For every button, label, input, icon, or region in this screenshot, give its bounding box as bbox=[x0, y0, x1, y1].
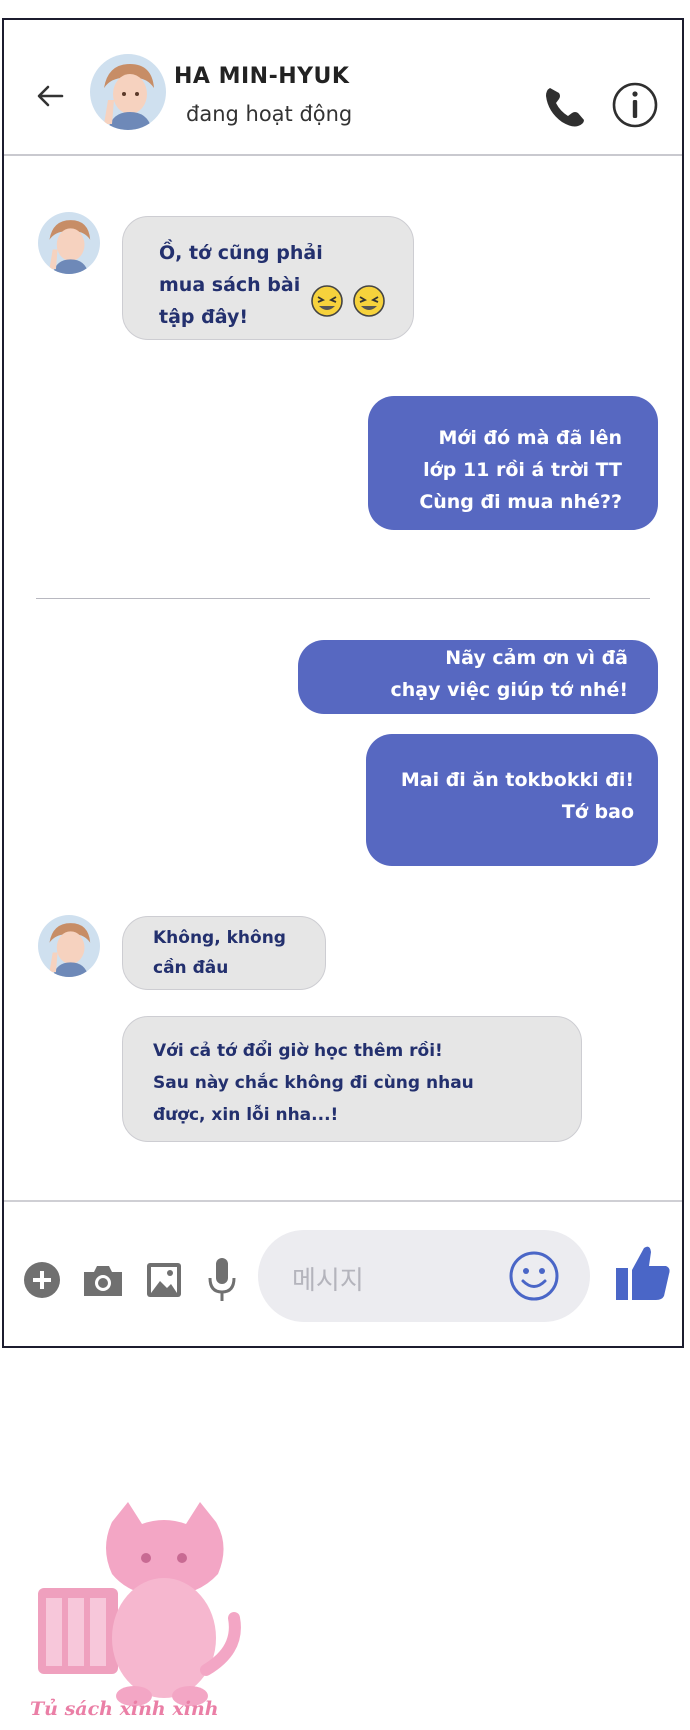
conversation-divider bbox=[36, 598, 650, 599]
message-input-placeholder: 메시지 bbox=[292, 1266, 364, 1296]
contact-avatar[interactable] bbox=[90, 54, 166, 130]
microphone-icon[interactable] bbox=[206, 1256, 238, 1304]
incoming-message: Ồ, tớ cũng phải mua sách bài tập đây! bbox=[122, 216, 414, 340]
cat-watermark-logo bbox=[38, 1502, 241, 1706]
plus-icon[interactable] bbox=[22, 1260, 62, 1300]
outgoing-message: Nãy cảm ơn vì đã chạy việc giúp tớ nhé! bbox=[298, 640, 658, 714]
smiley-icon[interactable] bbox=[508, 1250, 560, 1302]
laughing-face-icon bbox=[353, 285, 385, 317]
message-text: Không, không cần đâu bbox=[153, 928, 286, 978]
image-icon[interactable] bbox=[144, 1260, 184, 1300]
incoming-message: Không, không cần đâu bbox=[122, 916, 326, 990]
message-input[interactable]: 메시지 bbox=[258, 1230, 590, 1322]
outgoing-message: Mới đó mà đã lên lớp 11 rồi á trời TT Cù… bbox=[368, 396, 658, 530]
chat-window: HA MIN-HYUK đang hoạt động Ồ, tớ cũng ph… bbox=[2, 18, 684, 1348]
message-text: Nãy cảm ơn vì đã chạy việc giúp tớ nhé! bbox=[390, 647, 628, 701]
message-avatar bbox=[38, 915, 100, 977]
laughing-face-icon bbox=[311, 285, 343, 317]
info-icon[interactable] bbox=[610, 80, 660, 130]
back-arrow-icon[interactable] bbox=[34, 80, 66, 112]
message-text: Với cả tớ đổi giờ học thêm rồi! Sau này … bbox=[153, 1041, 474, 1125]
contact-status: đang hoạt động bbox=[186, 102, 353, 126]
watermark-text: Tủ sách xinh xinh bbox=[30, 1698, 219, 1720]
contact-name: HA MIN-HYUK bbox=[174, 64, 350, 89]
phone-icon[interactable] bbox=[540, 82, 590, 132]
message-text: Mới đó mà đã lên lớp 11 rồi á trời TT Cù… bbox=[419, 427, 622, 513]
composer-divider bbox=[4, 1200, 682, 1202]
outgoing-message: Mai đi ăn tokbokki đi! Tớ bao bbox=[366, 734, 658, 866]
thumbs-up-icon[interactable] bbox=[614, 1242, 672, 1304]
chat-header: HA MIN-HYUK đang hoạt động bbox=[4, 20, 682, 156]
incoming-message: Với cả tớ đổi giờ học thêm rồi! Sau này … bbox=[122, 1016, 582, 1142]
camera-icon[interactable] bbox=[80, 1262, 126, 1300]
message-avatar bbox=[38, 212, 100, 274]
message-text: Mai đi ăn tokbokki đi! Tớ bao bbox=[400, 769, 634, 823]
